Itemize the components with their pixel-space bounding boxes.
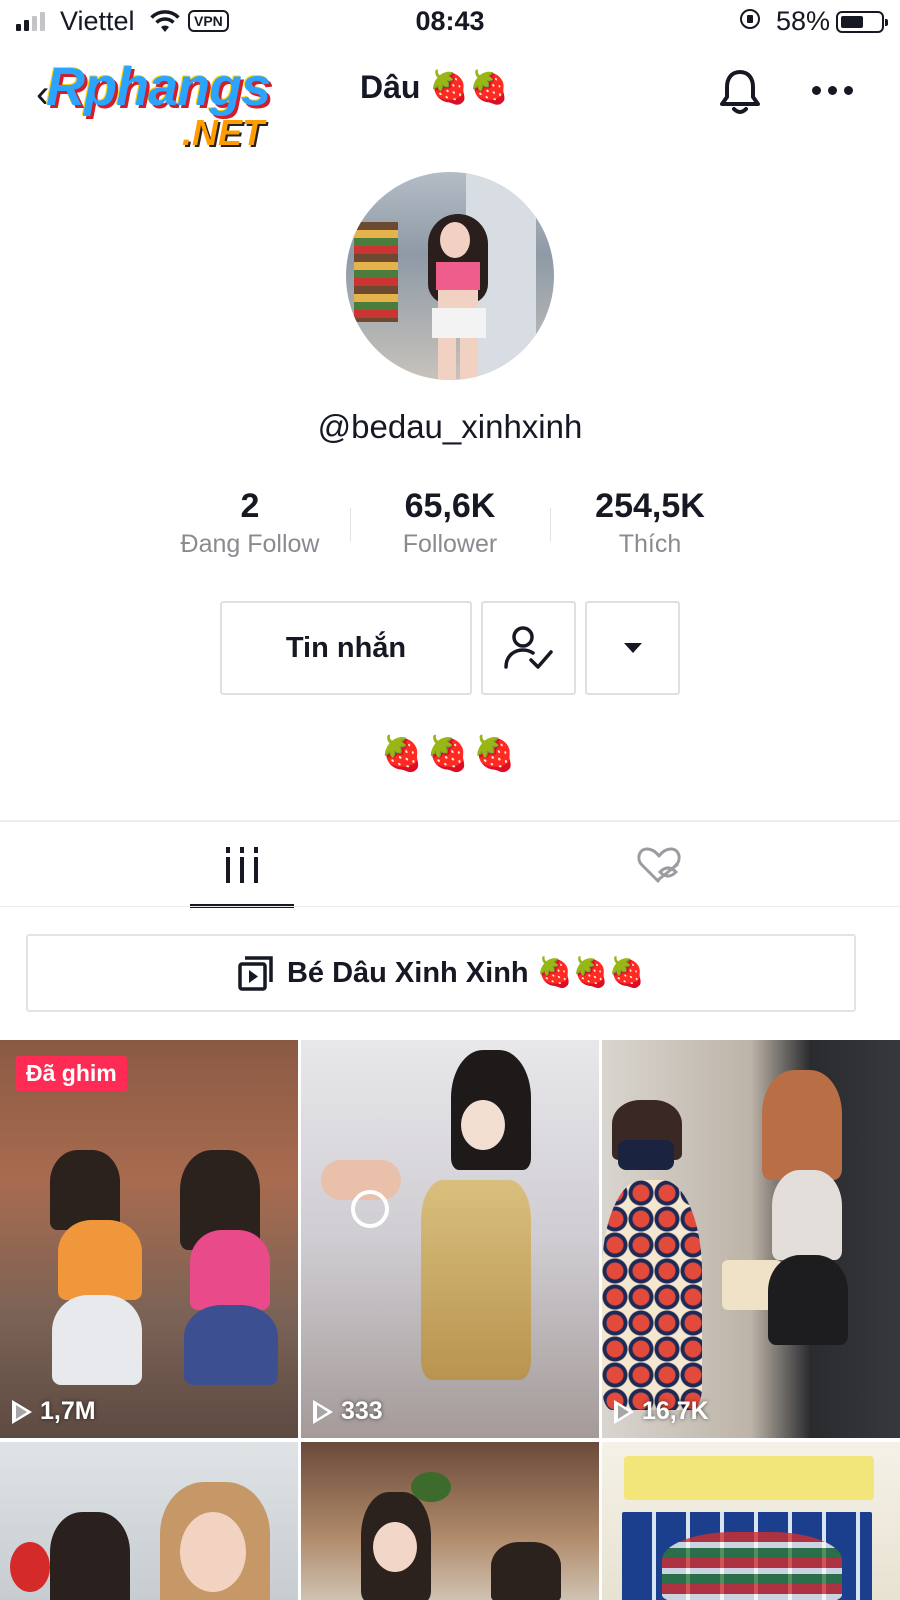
battery-icon xyxy=(836,11,888,33)
playlist-label: Bé Dâu Xinh Xinh 🍓🍓🍓 xyxy=(286,957,646,989)
page-title: Dâu 🍓🍓 xyxy=(360,69,510,105)
stat-value: 254,5K xyxy=(595,487,705,525)
divider xyxy=(0,820,900,822)
video-thumbnail[interactable] xyxy=(301,1442,599,1600)
message-button[interactable]: Tin nhắn xyxy=(220,601,472,695)
stat-value: 65,6K xyxy=(404,487,496,525)
stat-value: 2 xyxy=(240,487,260,525)
view-count: 16,7K xyxy=(614,1397,709,1426)
stat-label: Thích xyxy=(618,530,682,558)
avatar[interactable] xyxy=(346,172,554,380)
stat-likes[interactable]: 254,5K Thích xyxy=(550,486,750,559)
tab-liked-hidden-icon[interactable] xyxy=(636,846,682,886)
view-count: 333 xyxy=(313,1397,383,1426)
playlist-icon xyxy=(238,956,273,991)
stat-followers[interactable]: 65,6K Follower xyxy=(350,486,550,559)
following-button[interactable] xyxy=(481,601,576,695)
playlist-button[interactable]: Bé Dâu Xinh Xinh 🍓🍓🍓 xyxy=(26,934,856,1012)
video-thumbnail[interactable] xyxy=(602,1442,900,1600)
play-icon xyxy=(313,1399,333,1424)
bio: 🍓🍓🍓 xyxy=(380,735,520,773)
username: @bedau_xinhxinh xyxy=(317,408,583,445)
rotation-lock-icon xyxy=(740,9,760,29)
video-thumbnail[interactable] xyxy=(0,1442,298,1600)
caret-down-icon xyxy=(623,643,642,653)
stat-label: Follower xyxy=(402,530,498,558)
stat-label: Đang Follow xyxy=(180,530,320,558)
battery-percent: 58% xyxy=(776,6,831,36)
watermark-logo: Rphangs .NET xyxy=(46,57,271,153)
video-thumbnail[interactable]: Đã ghim 1,7M xyxy=(0,1040,298,1438)
pinned-badge: Đã ghim xyxy=(16,1056,127,1091)
stat-following[interactable]: 2 Đang Follow xyxy=(150,486,350,559)
clock: 08:43 xyxy=(415,6,485,36)
more-options-icon[interactable] xyxy=(812,86,853,95)
view-count: 1,7M xyxy=(12,1397,96,1426)
user-check-icon xyxy=(503,626,553,669)
play-icon xyxy=(12,1399,32,1424)
tab-videos-grid-icon[interactable] xyxy=(225,847,259,883)
divider xyxy=(0,906,900,907)
video-thumbnail[interactable]: 16,7K xyxy=(602,1040,900,1438)
video-thumbnail[interactable]: 333 xyxy=(301,1040,599,1438)
play-icon xyxy=(614,1399,634,1424)
status-bar: Viettel VPN 08:43 58% xyxy=(0,0,900,44)
suggested-dropdown-button[interactable] xyxy=(585,601,680,695)
bell-icon[interactable] xyxy=(718,68,762,116)
